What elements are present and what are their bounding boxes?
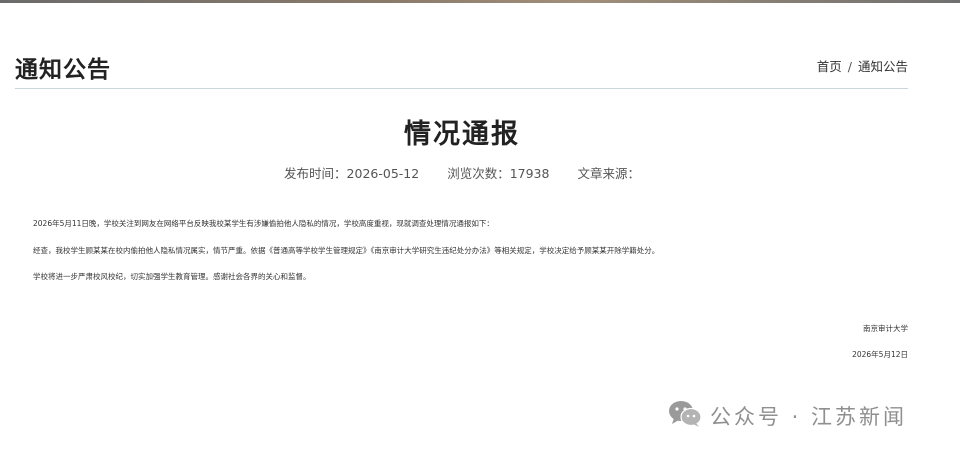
wechat-icon <box>668 400 702 433</box>
watermark-text: 公众号 · 江苏新闻 <box>710 405 908 429</box>
article-paragraph: 经查，我校学生顾某某在校内偷拍他人隐私情况属实，情节严重。依据《普通高等学校学生… <box>33 246 660 255</box>
signature-org: 南京审计大学 <box>863 324 908 333</box>
article-paragraph: 2026年5月11日晚，学校关注到网友在网络平台反映我校某学生有涉嫌偷拍他人隐私… <box>33 219 494 228</box>
breadcrumb-separator: / <box>847 59 852 74</box>
article-title: 情况通报 <box>404 119 520 150</box>
breadcrumb-home-link[interactable]: 首页 <box>817 59 842 74</box>
article-source: 文章来源： <box>577 166 640 181</box>
article-meta: 发布时间：2026-05-12 浏览次数：17938 文章来源： <box>0 163 924 182</box>
breadcrumb: 首页 / 通知公告 <box>817 56 908 75</box>
top-image-strip <box>0 0 960 3</box>
breadcrumb-current-link[interactable]: 通知公告 <box>858 59 908 74</box>
publish-time: 发布时间：2026-05-12 <box>284 166 420 181</box>
section-title: 通知公告 <box>15 57 111 83</box>
signature-date: 2026年5月12日 <box>852 350 908 359</box>
view-count: 浏览次数：17938 <box>447 166 550 181</box>
article-paragraph: 学校将进一步严肃校风校纪，切实加强学生教育管理。感谢社会各界的关心和监督。 <box>33 272 311 281</box>
page-header: 通知公告 首页 / 通知公告 <box>15 48 908 89</box>
watermark: 公众号 · 江苏新闻 <box>668 398 907 434</box>
